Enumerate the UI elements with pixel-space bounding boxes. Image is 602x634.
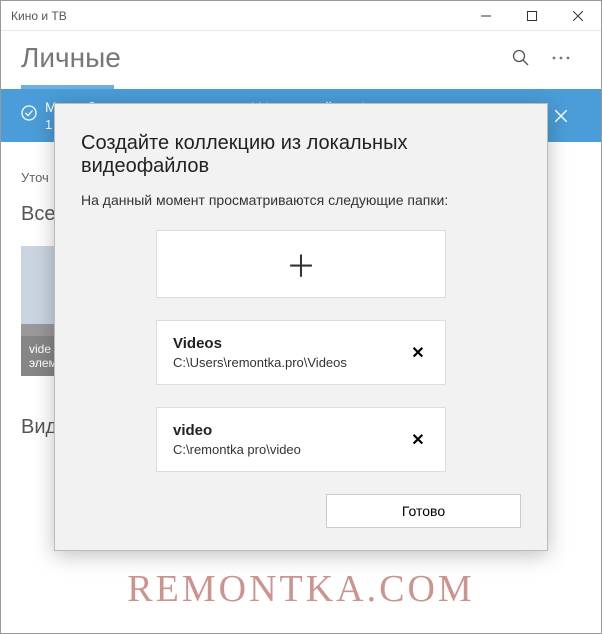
remove-folder-icon[interactable]: ✕ bbox=[407, 429, 429, 451]
folder-name: video bbox=[173, 422, 407, 439]
folder-item[interactable]: Videos C:\Users\remontka.pro\Videos ✕ bbox=[156, 320, 446, 385]
more-icon[interactable] bbox=[541, 38, 581, 78]
modal-overlay: Создайте коллекцию из локальных видеофай… bbox=[1, 91, 601, 633]
titlebar: Кино и ТВ bbox=[1, 1, 601, 31]
dialog-subtitle: На данный момент просматриваются следующ… bbox=[81, 192, 521, 208]
maximize-button[interactable] bbox=[509, 1, 555, 31]
add-folder-button[interactable]: ＋ bbox=[156, 230, 446, 298]
window-controls bbox=[463, 1, 601, 31]
dialog-title: Создайте коллекцию из локальных видеофай… bbox=[81, 132, 521, 178]
header: Личные bbox=[1, 31, 601, 85]
folder-collection-dialog: Создайте коллекцию из локальных видеофай… bbox=[54, 103, 548, 551]
folder-path: C:\remontka pro\video bbox=[173, 442, 407, 457]
page-title: Личные bbox=[21, 42, 501, 74]
done-button[interactable]: Готово bbox=[326, 494, 521, 528]
search-icon[interactable] bbox=[501, 38, 541, 78]
folder-info: Videos C:\Users\remontka.pro\Videos bbox=[173, 335, 407, 370]
window-title: Кино и ТВ bbox=[1, 9, 463, 23]
folder-name: Videos bbox=[173, 335, 407, 352]
folder-path: C:\Users\remontka.pro\Videos bbox=[173, 355, 407, 370]
folder-item[interactable]: video C:\remontka pro\video ✕ bbox=[156, 407, 446, 472]
plus-icon: ＋ bbox=[286, 242, 316, 286]
minimize-button[interactable] bbox=[463, 1, 509, 31]
dialog-footer: Готово bbox=[81, 494, 521, 528]
close-button[interactable] bbox=[555, 1, 601, 31]
remove-folder-icon[interactable]: ✕ bbox=[407, 342, 429, 364]
folder-info: video C:\remontka pro\video bbox=[173, 422, 407, 457]
